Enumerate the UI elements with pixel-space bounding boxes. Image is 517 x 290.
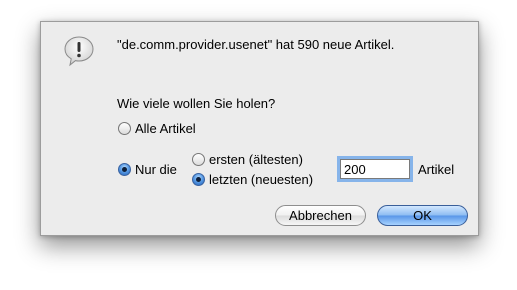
article-count-unit-label: Artikel [418,162,455,177]
radio-all-articles-label: Alle Artikel [135,121,196,136]
alert-icon [64,36,94,67]
radio-button-off[interactable] [118,122,131,135]
new-articles-dialog: "de.comm.provider.usenet" hat 590 neue A… [40,21,479,236]
radio-last-newest-label: letzten (neuesten) [209,172,314,187]
radio-first-oldest-label: ersten (ältesten) [209,152,303,167]
radio-first-oldest[interactable]: ersten (ältesten) [192,152,303,167]
dialog-message: "de.comm.provider.usenet" hat 590 neue A… [117,37,395,52]
radio-only-label: Nur die [135,162,177,177]
radio-all-articles[interactable]: Alle Artikel [118,121,196,136]
radio-button-off[interactable] [192,153,205,166]
article-count-input[interactable] [340,159,410,179]
radio-last-newest[interactable]: letzten (neuesten) [192,172,313,187]
dialog-question: Wie viele wollen Sie holen? [117,96,276,111]
cancel-button[interactable]: Abbrechen [275,205,366,226]
radio-button-on[interactable] [192,173,205,186]
radio-button-on[interactable] [118,163,131,176]
radio-only[interactable]: Nur die [118,162,177,177]
ok-button[interactable]: OK [377,205,468,226]
